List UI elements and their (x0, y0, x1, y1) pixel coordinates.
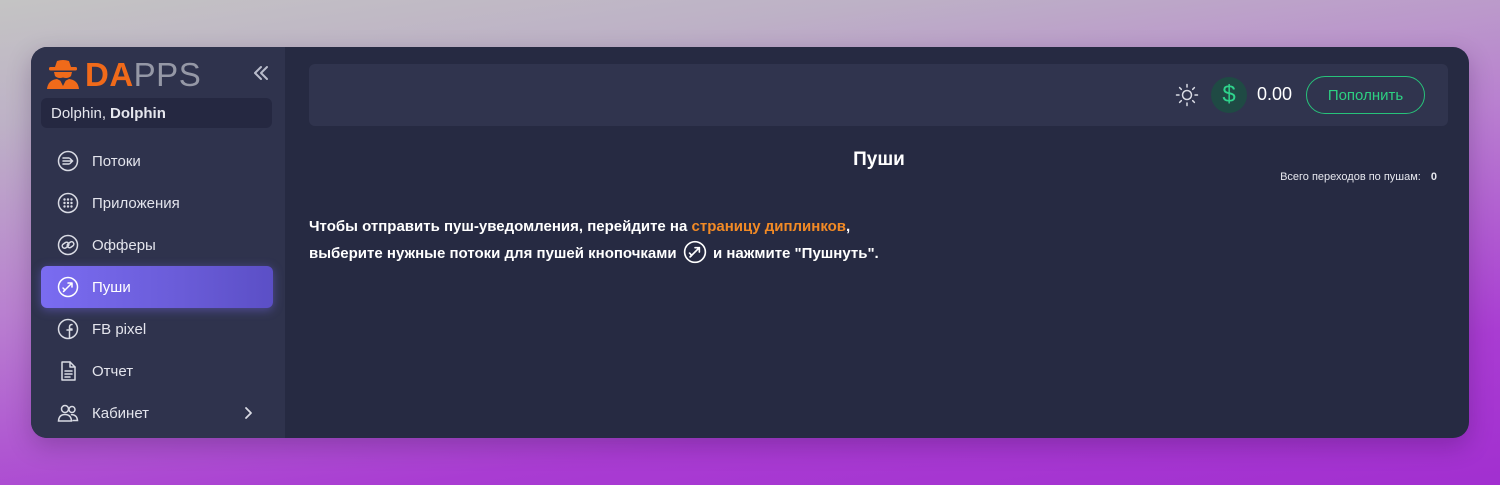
apps-grid-icon (57, 192, 79, 214)
push-icon (57, 276, 79, 298)
instructions-line-1: Чтобы отправить пуш-уведомления, перейди… (309, 218, 851, 235)
sidebar-nav: Потоки Приложения Офферы Пуши FB pixel О… (41, 140, 273, 434)
topup-button[interactable]: Пополнить (1306, 76, 1425, 114)
instructions-line-2: выберите нужные потоки для пушей кнопочк… (309, 240, 879, 267)
sidebar-item-offers[interactable]: Офферы (41, 224, 273, 266)
top-bar: $ 0.00 Пополнить (309, 64, 1448, 126)
logo[interactable]: DAPPS (43, 57, 201, 91)
push-clicks-stats: Всего переходов по пушам: 0 (1280, 171, 1437, 183)
link-icon (57, 234, 79, 256)
chevron-right-icon (245, 407, 252, 419)
sidebar-item-apps[interactable]: Приложения (41, 182, 273, 224)
balance-dollar-icon: $ (1211, 77, 1247, 113)
spy-logo-icon (47, 60, 79, 89)
collapse-sidebar-button[interactable] (249, 61, 273, 85)
sidebar-item-report[interactable]: Отчет (41, 350, 273, 392)
sidebar-item-label: Пуши (92, 278, 131, 296)
double-chevron-left-icon (254, 66, 268, 80)
sidebar-item-cabinet[interactable]: Кабинет (41, 392, 273, 434)
sidebar-item-push[interactable]: Пуши (41, 266, 273, 308)
stats-label: Всего переходов по пушам: (1280, 171, 1421, 183)
sidebar-item-label: Кабинет (92, 404, 150, 422)
sidebar-item-label: Отчет (92, 362, 134, 380)
main-content: $ 0.00 Пополнить Пуши Всего переходов по… (285, 47, 1469, 438)
sidebar-item-label: Приложения (92, 194, 180, 212)
deeplinks-page-link[interactable]: страницу диплинков (692, 218, 847, 235)
theme-toggle-sun-icon[interactable] (1175, 83, 1199, 107)
sidebar-item-label: Потоки (92, 152, 141, 170)
push-instructions: Чтобы отправить пуш-уведомления, перейди… (309, 213, 879, 267)
logo-pps-text: PPS (133, 55, 202, 93)
page-title: Пуши (853, 149, 905, 170)
user-last-name: Dolphin (110, 104, 166, 122)
logo-da-text: DA (85, 55, 134, 93)
sidebar: DAPPS Dolphin,Dolphin Потоки Приложения (31, 47, 285, 438)
facebook-icon (57, 318, 79, 340)
sidebar-item-label: FB pixel (92, 320, 147, 338)
user-name: Dolphin, Dolphin (41, 98, 272, 128)
push-icon (683, 240, 706, 264)
balance-amount: 0.00 (1257, 84, 1293, 104)
streams-icon (57, 150, 79, 172)
stats-value: 0 (1430, 171, 1437, 183)
sidebar-item-streams[interactable]: Потоки (41, 140, 273, 182)
document-icon (57, 360, 79, 382)
sidebar-item-label: Офферы (92, 236, 156, 254)
app-window: DAPPS Dolphin,Dolphin Потоки Приложения (31, 47, 1469, 438)
user-first-name: Dolphin, (51, 104, 107, 122)
sidebar-item-fb-pixel[interactable]: FB pixel (41, 308, 273, 350)
users-icon (57, 402, 79, 424)
